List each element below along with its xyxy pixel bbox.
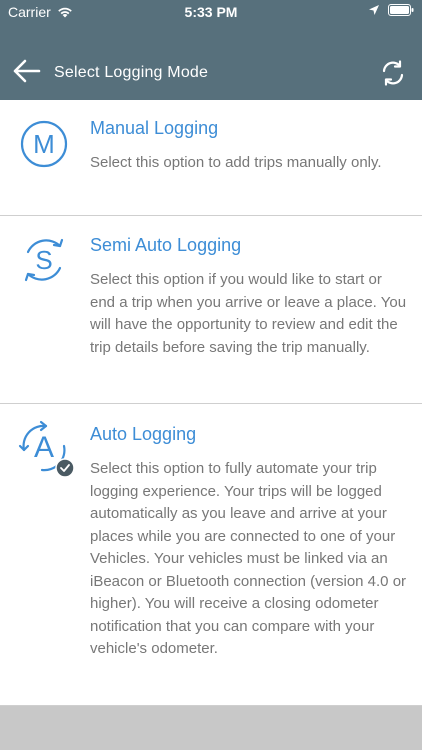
option-manual-logging[interactable]: M Manual Logging Select this option to a…: [0, 100, 422, 216]
option-title: Auto Logging: [90, 424, 197, 444]
manual-mode-icon: M: [20, 120, 68, 168]
option-semi-auto-logging[interactable]: S Semi Auto Logging Select this option i…: [0, 216, 422, 404]
option-description: Select this option if you would like to …: [90, 271, 407, 356]
auto-mode-icon: A: [18, 420, 75, 478]
auto-mode-letter: A: [34, 431, 54, 464]
option-description: Select this option to fully automate you…: [90, 460, 407, 657]
status-right-group: [368, 4, 414, 16]
status-bar: Carrier 5:33 PM: [0, 0, 422, 24]
semi-auto-mode-icon: S: [24, 238, 64, 282]
status-time: 5:33 PM: [184, 4, 238, 20]
battery-icon: [388, 4, 414, 16]
semi-auto-mode-letter: S: [35, 245, 52, 275]
option-auto-logging[interactable]: A Auto Logging Select this option to ful…: [0, 404, 422, 706]
back-arrow-icon[interactable]: [12, 57, 42, 85]
bottom-bar: [0, 706, 422, 750]
page-title: Select Logging Mode: [54, 64, 209, 81]
option-description: Select this option to add trips manually…: [90, 154, 382, 171]
navigation-bar: Select Logging Mode: [0, 24, 422, 100]
selected-check-icon: [55, 458, 75, 478]
location-arrow-icon: [369, 5, 379, 15]
option-title: Manual Logging: [90, 118, 219, 138]
refresh-icon[interactable]: [380, 60, 406, 86]
manual-mode-letter: M: [33, 129, 55, 159]
option-title: Semi Auto Logging: [90, 235, 242, 255]
